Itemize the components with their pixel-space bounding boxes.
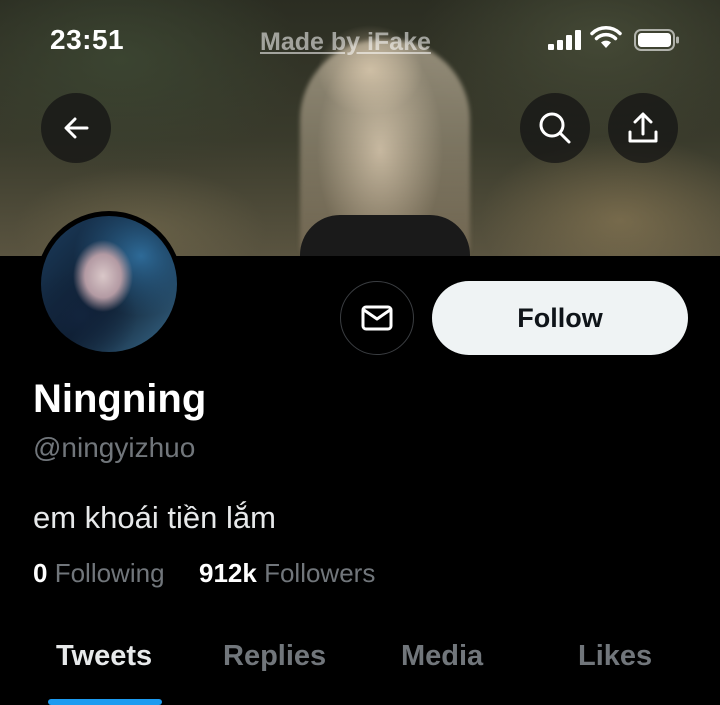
avatar[interactable] — [36, 211, 182, 357]
followers-label: Followers — [264, 558, 376, 588]
following-label: Following — [54, 558, 165, 588]
battery-icon — [634, 29, 679, 51]
tab-media[interactable]: Media — [401, 640, 483, 673]
active-tab-indicator — [48, 699, 162, 705]
envelope-icon — [361, 305, 393, 331]
cellular-signal-icon — [548, 30, 581, 50]
banner-dress — [300, 215, 470, 256]
wifi-icon — [590, 26, 622, 48]
profile-bio: em khoái tiền lắm — [33, 500, 276, 535]
following-link[interactable]: 0 Following — [33, 558, 172, 588]
avatar-image — [41, 216, 177, 352]
status-time: 23:51 — [50, 24, 125, 55]
share-icon — [628, 112, 658, 143]
search-icon — [539, 112, 571, 144]
arrow-left-icon — [64, 117, 89, 139]
status-bar: 23:51 Made by iFake — [0, 0, 720, 82]
message-button[interactable] — [340, 281, 414, 355]
tab-replies[interactable]: Replies — [223, 640, 326, 673]
profile-stats: 0 Following 912k Followers — [33, 558, 375, 589]
followers-count: 912k — [199, 558, 257, 588]
user-handle: @ningyizhuo — [33, 432, 196, 463]
search-button[interactable] — [520, 93, 590, 163]
tab-tweets[interactable]: Tweets — [56, 640, 152, 673]
following-count: 0 — [33, 558, 48, 588]
display-name: Ningning — [33, 377, 207, 421]
profile-tabs: Tweets Replies Media Likes — [0, 630, 720, 705]
follow-button[interactable]: Follow — [432, 281, 688, 355]
tab-likes[interactable]: Likes — [578, 640, 652, 673]
followers-link[interactable]: 912k Followers — [199, 558, 375, 588]
watermark-text: Made by iFake — [260, 28, 431, 56]
share-button[interactable] — [608, 93, 678, 163]
back-button[interactable] — [41, 93, 111, 163]
